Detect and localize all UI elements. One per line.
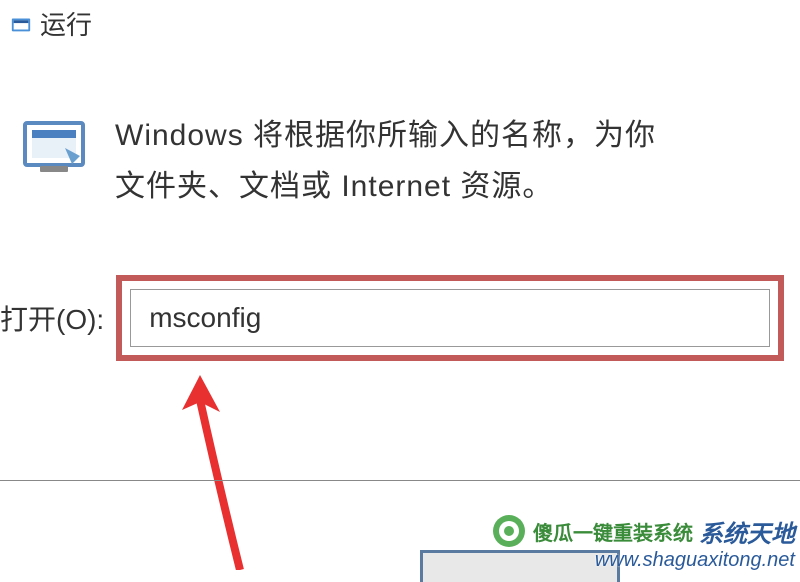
- open-label: 打开(O):: [0, 298, 104, 338]
- window-title: 运行: [40, 5, 92, 42]
- description-line1: Windows 将根据你所输入的名称，为你: [115, 110, 656, 161]
- titlebar: 运行: [0, 0, 102, 47]
- content-area: Windows 将根据你所输入的名称，为你 文件夹、文档或 Internet 资…: [20, 110, 800, 212]
- run-icon-small: [10, 13, 32, 35]
- run-icon-large: [20, 118, 90, 178]
- watermark-url: www.shaguaxitong.net: [491, 549, 795, 572]
- annotation-arrow: [120, 370, 300, 570]
- input-highlight-box: [116, 275, 784, 361]
- watermark-icon: [491, 513, 527, 549]
- watermark-brand: 傻瓜一键重装系统 系统天地: [491, 513, 795, 549]
- watermark: 傻瓜一键重装系统 系统天地 www.shaguaxitong.net: [491, 513, 795, 572]
- divider: [0, 480, 800, 481]
- description-text: Windows 将根据你所输入的名称，为你 文件夹、文档或 Internet 资…: [115, 110, 656, 212]
- open-row: 打开(O):: [0, 275, 784, 361]
- command-input[interactable]: [130, 289, 770, 347]
- watermark-text-blue: 系统天地: [699, 514, 795, 549]
- watermark-text-green: 傻瓜一键重装系统: [533, 517, 693, 546]
- description-line2: 文件夹、文档或 Internet 资源。: [115, 161, 656, 212]
